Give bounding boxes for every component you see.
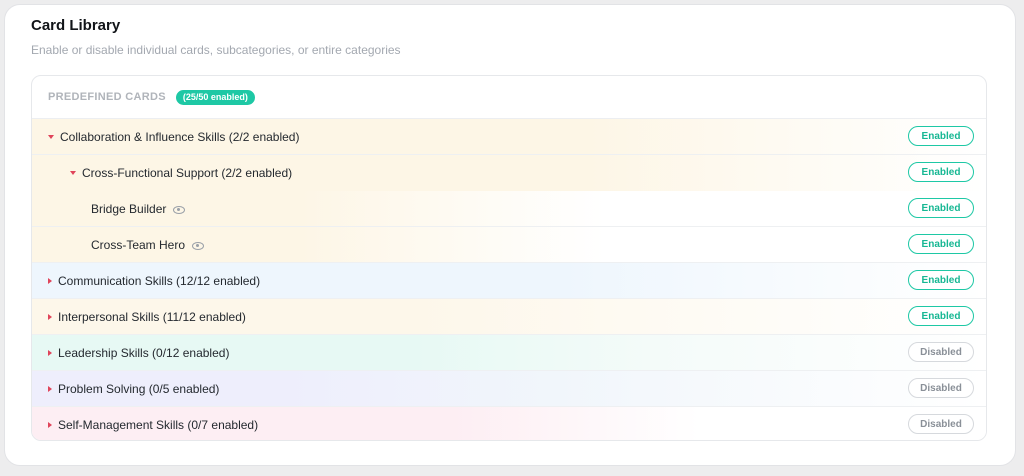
status-toggle-button[interactable]: Disabled [908, 414, 974, 434]
category-label: Leadership Skills (0/12 enabled) [58, 345, 230, 360]
status-toggle-button[interactable]: Enabled [908, 270, 974, 290]
chevron-right-icon[interactable] [48, 313, 52, 320]
status-toggle-button[interactable]: Enabled [908, 234, 974, 254]
card-row-cross-team-hero[interactable]: Cross-Team Hero Enabled [32, 227, 986, 263]
status-toggle-button[interactable]: Enabled [908, 126, 974, 146]
category-row-leadership[interactable]: Leadership Skills (0/12 enabled) Disable… [32, 335, 986, 371]
card-library-container: Card Library Enable or disable individua… [4, 4, 1016, 466]
panel-header-label: PREDEFINED CARDS [48, 91, 166, 103]
card-row-bridge-builder[interactable]: Bridge Builder Enabled [32, 191, 986, 227]
category-row-self-management[interactable]: Self-Management Skills (0/7 enabled) Dis… [32, 407, 986, 440]
status-toggle-button[interactable]: Enabled [908, 198, 974, 218]
category-label: Collaboration & Influence Skills (2/2 en… [60, 129, 300, 144]
chevron-right-icon[interactable] [48, 385, 52, 392]
category-label: Self-Management Skills (0/7 enabled) [58, 418, 259, 432]
predefined-cards-panel: PREDEFINED CARDS (25/50 enabled) Collabo… [31, 75, 987, 441]
category-row-interpersonal[interactable]: Interpersonal Skills (11/12 enabled) Ena… [32, 299, 986, 335]
chevron-right-icon[interactable] [48, 277, 52, 284]
status-toggle-button[interactable]: Enabled [908, 306, 974, 326]
panel-header: PREDEFINED CARDS (25/50 enabled) [32, 76, 986, 119]
subcategory-label: Cross-Functional Support (2/2 enabled) [82, 165, 293, 180]
eye-icon[interactable] [192, 241, 205, 250]
chevron-down-icon[interactable] [70, 170, 76, 175]
eye-icon[interactable] [173, 205, 186, 214]
chevron-down-icon[interactable] [48, 134, 54, 139]
subcategory-row-cross-functional[interactable]: Cross-Functional Support (2/2 enabled) E… [32, 155, 986, 191]
chevron-right-icon[interactable] [48, 349, 52, 356]
category-row-problem-solving[interactable]: Problem Solving (0/5 enabled) Disabled [32, 371, 986, 407]
status-toggle-button[interactable]: Disabled [908, 342, 974, 362]
category-row-collaboration[interactable]: Collaboration & Influence Skills (2/2 en… [32, 119, 986, 155]
card-label: Cross-Team Hero [91, 237, 186, 252]
chevron-right-icon[interactable] [48, 422, 52, 428]
status-toggle-button[interactable]: Disabled [908, 378, 974, 398]
category-label: Interpersonal Skills (11/12 enabled) [58, 309, 246, 324]
page-title: Card Library [31, 17, 121, 34]
category-label: Communication Skills (12/12 enabled) [58, 273, 261, 288]
category-row-communication[interactable]: Communication Skills (12/12 enabled) Ena… [32, 263, 986, 299]
page-subtitle: Enable or disable individual cards, subc… [31, 43, 401, 57]
status-toggle-button[interactable]: Enabled [908, 162, 974, 182]
category-label: Problem Solving (0/5 enabled) [58, 381, 220, 396]
card-label: Bridge Builder [91, 201, 167, 216]
enabled-count-badge: (25/50 enabled) [175, 89, 255, 105]
